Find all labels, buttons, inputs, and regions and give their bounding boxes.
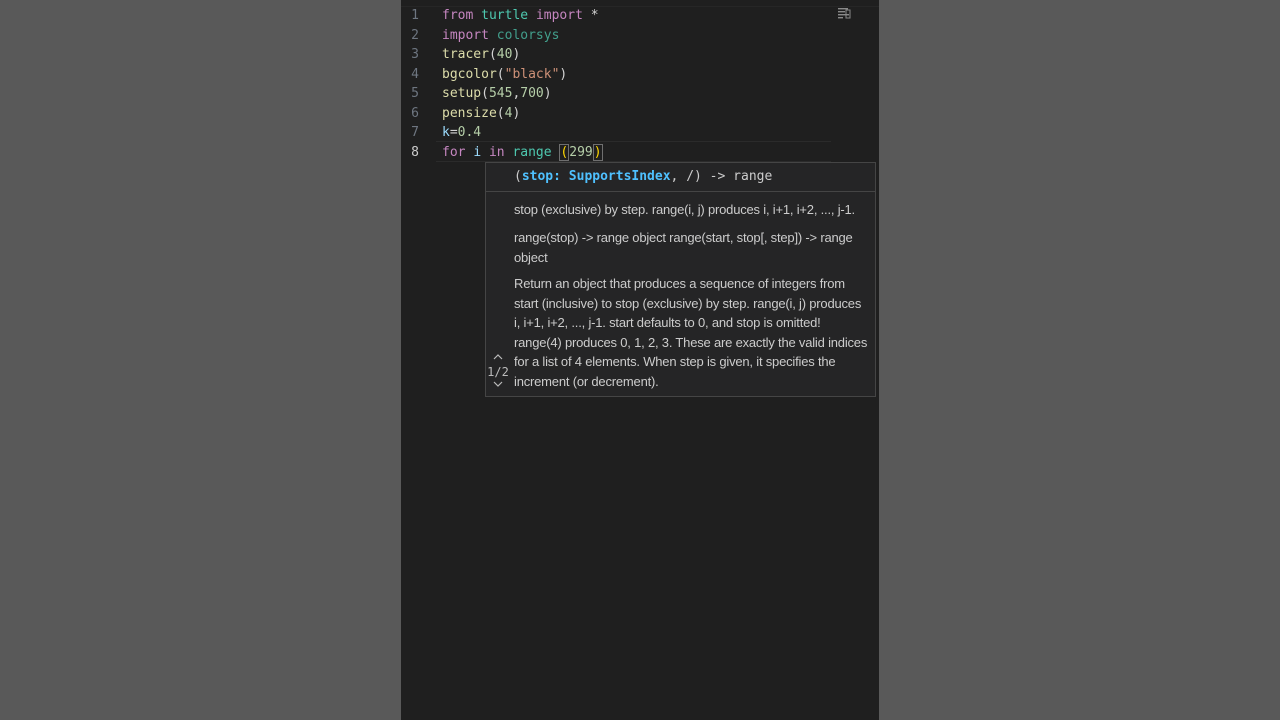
- signature-active-param: stop: SupportsIndex: [521, 169, 671, 184]
- code-token: ): [512, 47, 521, 62]
- right-backdrop: [879, 0, 1280, 720]
- signature-divider: [486, 191, 875, 192]
- code-token: bgcolor: [442, 66, 497, 82]
- signature-help-popup[interactable]: (stop: SupportsIndex, /) -> range stop (…: [485, 162, 876, 397]
- line-number: 2: [411, 27, 419, 43]
- code-token: (: [481, 86, 489, 101]
- chevron-down-icon[interactable]: [486, 380, 510, 391]
- signature-line: (stop: SupportsIndex, /) -> range: [514, 169, 772, 185]
- code-line[interactable]: 5 setup(545,700): [401, 84, 879, 104]
- code-text: for i in range (299): [442, 143, 603, 163]
- code-token: =: [449, 125, 458, 140]
- code-token: (: [559, 143, 570, 161]
- line-number: 7: [411, 125, 419, 140]
- code-line[interactable]: 3 tracer(40): [401, 45, 879, 65]
- code-line[interactable]: 7 k=0.4: [401, 123, 879, 143]
- line-number: 5: [411, 86, 419, 101]
- code-text: k=0.4: [442, 123, 481, 143]
- doc-paragraph-2: range(stop) -> range object range(start,…: [514, 230, 853, 265]
- overload-pager: 1/2: [486, 353, 510, 391]
- code-token: for: [442, 144, 466, 160]
- line-number: 6: [411, 105, 419, 121]
- overload-count: 1/2: [487, 365, 509, 379]
- code-token: ): [543, 86, 552, 101]
- code-token: pensize: [442, 105, 497, 121]
- code-token: 0.4: [457, 125, 482, 140]
- code-text: from turtle import *: [442, 6, 599, 26]
- doc-paragraph-3: Return an object that produces a sequenc…: [514, 276, 868, 389]
- code-token: (: [496, 105, 505, 121]
- line-number: 3: [411, 47, 419, 62]
- line-number: 1: [411, 8, 419, 23]
- code-token: tracer: [442, 47, 489, 62]
- code-text: tracer(40): [442, 45, 520, 65]
- chevron-up-icon[interactable]: [486, 353, 510, 364]
- code-line[interactable]: 6 pensize(4): [401, 104, 879, 124]
- doc-paragraph-1: stop (exclusive) by step. range(i, j) pr…: [514, 202, 855, 217]
- code-line[interactable]: 4 bgcolor("black"): [401, 65, 879, 85]
- code-token: 299: [569, 144, 593, 160]
- line-number: 8: [411, 144, 419, 160]
- code-token: setup: [442, 86, 482, 101]
- code-token: k: [442, 125, 450, 140]
- code-token: from: [442, 8, 474, 23]
- code-token: i: [473, 144, 482, 160]
- code-token: import: [442, 27, 489, 43]
- code-token: 545: [488, 86, 513, 101]
- code-text: pensize(4): [442, 104, 520, 124]
- code-token: import: [535, 8, 583, 23]
- code-line[interactable]: 2 import colorsys: [401, 26, 879, 46]
- code-token: 700: [520, 86, 544, 101]
- code-token: turtle: [481, 8, 529, 23]
- code-token: (: [496, 66, 505, 82]
- code-token: (: [488, 47, 497, 62]
- code-line[interactable]: 1 from turtle import *: [401, 6, 879, 26]
- signature-open-paren: (: [514, 169, 522, 184]
- code-line[interactable]: 8 for i in range (299): [401, 143, 879, 163]
- code-token: ): [592, 143, 603, 161]
- code-token: in: [488, 144, 505, 160]
- code-token: range: [512, 144, 552, 160]
- left-backdrop: [0, 0, 401, 720]
- code-token: ): [512, 105, 521, 121]
- code-text: bgcolor("black"): [442, 65, 567, 85]
- code-text: setup(545,700): [442, 84, 552, 104]
- code-token: ): [559, 66, 568, 82]
- code-token: 40: [496, 47, 513, 62]
- line-number: 4: [411, 66, 419, 82]
- code-token: "black": [504, 66, 560, 82]
- code-token: colorsys: [496, 27, 560, 43]
- code-text: import colorsys: [442, 26, 559, 46]
- code-token: *: [582, 8, 599, 23]
- signature-rest: , /) -> range: [670, 169, 773, 184]
